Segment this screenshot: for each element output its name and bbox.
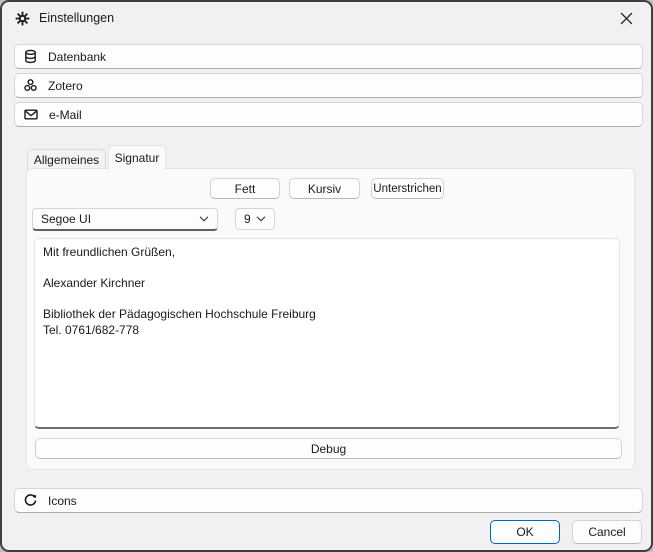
section-email[interactable]: e-Mail [14, 102, 643, 127]
font-size-value: 9 [244, 212, 251, 226]
close-icon [620, 12, 633, 25]
section-datenbank[interactable]: Datenbank [14, 44, 643, 69]
settings-dialog: Einstellungen Datenbank Zotero [0, 0, 653, 552]
section-icons[interactable]: Icons [14, 488, 643, 513]
gear-icon [15, 11, 30, 26]
tab-signatur[interactable]: Signatur [108, 145, 166, 169]
cancel-button[interactable]: Cancel [572, 520, 642, 544]
section-zotero[interactable]: Zotero [14, 73, 643, 98]
section-label: Icons [48, 494, 77, 508]
underline-button[interactable]: Unterstrichen [371, 178, 444, 199]
font-select-value: Segoe UI [41, 212, 91, 226]
chevron-down-icon [256, 216, 266, 222]
database-icon [23, 49, 38, 64]
font-select[interactable]: Segoe UI [32, 208, 218, 231]
tab-allgemeines[interactable]: Allgemeines [27, 149, 106, 169]
window-title: Einstellungen [39, 11, 114, 25]
titlebar: Einstellungen [15, 2, 114, 34]
tab-label: Signatur [115, 151, 160, 165]
chevron-down-icon [199, 216, 209, 222]
tab-label: Allgemeines [34, 153, 99, 167]
italic-button[interactable]: Kursiv [289, 178, 360, 199]
ok-button[interactable]: OK [490, 520, 560, 544]
mail-icon [23, 107, 39, 122]
zotero-icon [23, 78, 38, 93]
section-label: Datenbank [48, 50, 106, 64]
refresh-icon [23, 493, 38, 508]
font-size-select[interactable]: 9 [235, 208, 275, 230]
section-label: e-Mail [49, 108, 82, 122]
bold-button[interactable]: Fett [210, 178, 280, 199]
close-button[interactable] [604, 3, 648, 33]
debug-button[interactable]: Debug [35, 438, 622, 459]
section-label: Zotero [48, 79, 83, 93]
signature-textarea[interactable]: Mit freundlichen Grüßen, Alexander Kirch… [34, 238, 620, 429]
